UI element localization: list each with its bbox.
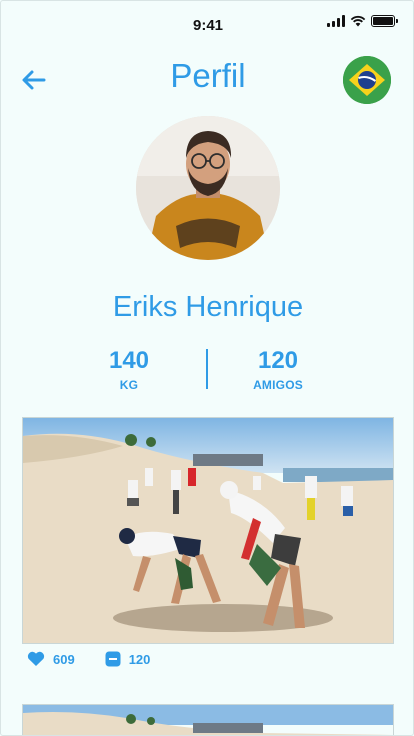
stat-kg-value: 140 bbox=[108, 347, 150, 374]
stat-divider bbox=[206, 349, 208, 389]
language-flag-button[interactable] bbox=[343, 56, 391, 104]
comment-count: 120 bbox=[128, 651, 151, 667]
user-name: Eriks Henrique bbox=[112, 291, 304, 323]
stat-friends-label: AMIGOS bbox=[253, 378, 303, 392]
brazil-flag-icon bbox=[343, 56, 391, 104]
battery-icon bbox=[371, 15, 398, 27]
signal-icon bbox=[327, 15, 345, 27]
status-bar: 9:41 bbox=[1, 1, 413, 49]
like-button[interactable]: 609 bbox=[27, 651, 75, 667]
comment-icon bbox=[105, 651, 121, 667]
status-icons bbox=[327, 15, 398, 27]
wifi-icon bbox=[350, 15, 366, 27]
heart-icon bbox=[27, 651, 45, 666]
stat-kg-label: KG bbox=[119, 378, 139, 392]
avatar bbox=[136, 116, 280, 260]
comment-button[interactable]: 120 bbox=[105, 651, 151, 667]
stat-friends-value: 120 bbox=[257, 347, 299, 374]
stat-kg: 140 KG bbox=[69, 347, 189, 392]
stat-friends[interactable]: 120 AMIGOS bbox=[218, 347, 338, 392]
post-actions: 609 120 bbox=[27, 651, 150, 667]
post-image[interactable] bbox=[22, 417, 394, 644]
like-count: 609 bbox=[53, 651, 75, 667]
post-image-next[interactable] bbox=[22, 704, 394, 735]
profile-screen: 9:41 Perfil Eriks Henrique 140 KG 120 AM… bbox=[0, 0, 414, 736]
